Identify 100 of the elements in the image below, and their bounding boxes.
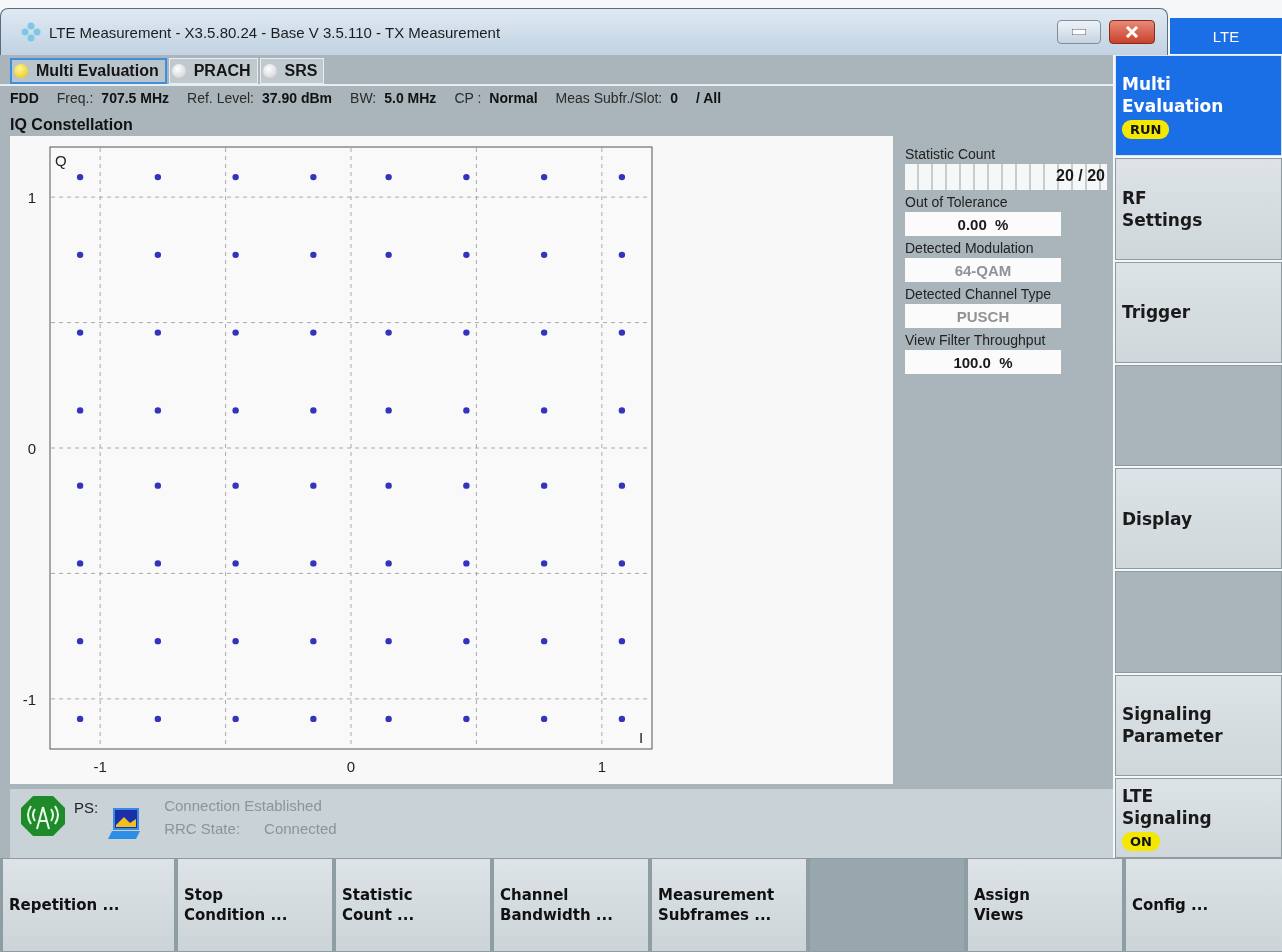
- constellation-point: [540, 407, 548, 414]
- hotkey[interactable]: Config ...: [1125, 858, 1282, 952]
- constellation-point: [540, 251, 548, 259]
- antenna-icon: [20, 795, 66, 837]
- y-tick-label: 0: [27, 440, 36, 457]
- constellation-point: [463, 482, 470, 489]
- constellation-point: [540, 482, 548, 489]
- constellation-point: [154, 407, 162, 414]
- minimize-icon: [1072, 29, 1086, 35]
- result-label: View Filter Throughput: [905, 331, 1047, 350]
- constellation-point: [385, 637, 392, 645]
- tab[interactable]: SRS: [259, 58, 325, 84]
- constellation-point: [232, 329, 239, 336]
- constellation-point: [618, 329, 626, 336]
- constellation-point: [618, 482, 626, 489]
- softkey[interactable]: Multi Evaluation RUN: [1115, 55, 1282, 157]
- constellation-point: [154, 482, 162, 489]
- y-tick-label: -1: [22, 690, 36, 708]
- constellation-point: [385, 173, 392, 181]
- led-icon: [171, 64, 186, 78]
- result-value: 100.0 %: [905, 350, 1061, 374]
- constellation-point: [618, 173, 626, 181]
- result-value: PUSCH: [905, 304, 1061, 328]
- x-tick-label: 1: [597, 758, 606, 775]
- constellation-point: [232, 251, 239, 259]
- tab[interactable]: Multi Evaluation: [10, 58, 167, 84]
- constellation-point: [385, 715, 392, 723]
- info-value: FDD: [10, 90, 39, 106]
- led-icon: [262, 64, 277, 78]
- constellation-point: [618, 637, 626, 645]
- hotkey[interactable]: Measurement Subframes ...: [651, 858, 807, 952]
- info-label: BW:: [350, 90, 377, 106]
- constellation-point: [76, 173, 84, 181]
- constellation-point: [154, 560, 162, 567]
- close-icon: [1125, 26, 1139, 38]
- hotkey[interactable]: Repetition ...: [2, 858, 175, 952]
- softkey[interactable]: [1115, 364, 1282, 467]
- constellation-point: [310, 482, 317, 489]
- constellation-point: [463, 329, 470, 336]
- constellation-point: [76, 715, 84, 723]
- constellation-point: [232, 173, 239, 181]
- softkey[interactable]: LTE Signaling ON: [1115, 777, 1282, 858]
- connection-status: Connection Established: [164, 797, 323, 814]
- constellation-point: [310, 251, 317, 259]
- rrc-state-value: Connected: [264, 820, 337, 837]
- hotkey[interactable]: Statistic Count ...: [335, 858, 491, 952]
- state-badge: RUN: [1122, 119, 1170, 139]
- constellation-point: [463, 251, 470, 259]
- tab[interactable]: PRACH: [168, 58, 258, 84]
- softkey[interactable]: Display: [1115, 468, 1282, 570]
- info-value: 0: [670, 90, 678, 106]
- info-label: Ref. Level:: [187, 90, 254, 106]
- constellation-point: [618, 560, 626, 567]
- constellation-point: [232, 715, 239, 723]
- info-label: Freq.:: [56, 90, 94, 106]
- constellation-point: [463, 560, 470, 567]
- constellation-point: [463, 715, 470, 723]
- y-tick-label: 1: [27, 189, 36, 207]
- constellation-point: [310, 329, 317, 336]
- constellation-point: [463, 637, 470, 645]
- y-axis-label: Q: [55, 152, 67, 169]
- x-axis-label: I: [639, 729, 644, 746]
- count-value: 20 / 20: [1056, 167, 1105, 185]
- close-button[interactable]: [1109, 20, 1155, 44]
- constellation-point: [618, 715, 626, 723]
- result-label: Out of Tolerance: [905, 193, 1009, 212]
- constellation-point: [154, 715, 162, 723]
- hotkey[interactable]: Stop Condition ...: [177, 858, 333, 952]
- constellation-point: [385, 251, 392, 259]
- constellation-point: [540, 715, 548, 723]
- hotkey[interactable]: Channel Bandwidth ...: [493, 858, 649, 952]
- constellation-point: [618, 407, 626, 414]
- constellation-point: [154, 329, 162, 336]
- constellation-point: [76, 329, 84, 336]
- constellation-point: [76, 560, 84, 567]
- constellation-point: [154, 637, 162, 645]
- constellation-point: [310, 560, 317, 567]
- rrc-state-label: RRC State:: [164, 820, 241, 837]
- result-label: Statistic Count: [905, 145, 997, 164]
- ps-label: PS:: [74, 799, 99, 816]
- constellation-point: [540, 560, 548, 567]
- softkey[interactable]: RF Settings: [1115, 158, 1282, 260]
- constellation-point: [310, 407, 317, 414]
- constellation-point: [154, 173, 162, 181]
- result-label: Detected Modulation: [905, 239, 1035, 258]
- hotkey[interactable]: Assign Views: [967, 858, 1123, 952]
- softkey[interactable]: Signaling Parameter: [1115, 674, 1282, 776]
- info-label: CP :: [454, 90, 482, 106]
- x-tick-label: -1: [93, 758, 107, 775]
- constellation-point: [540, 637, 548, 645]
- info-value: 707.5 MHz: [101, 90, 170, 106]
- constellation-point: [232, 637, 239, 645]
- hotkey[interactable]: [809, 858, 965, 952]
- softkey[interactable]: Trigger: [1115, 261, 1282, 363]
- constellation-point: [232, 560, 239, 567]
- x-tick-label: 0: [346, 758, 356, 775]
- softkey[interactable]: [1115, 571, 1282, 673]
- constellation-point: [540, 173, 548, 181]
- minimize-button[interactable]: [1057, 20, 1101, 44]
- constellation-point: [232, 482, 239, 489]
